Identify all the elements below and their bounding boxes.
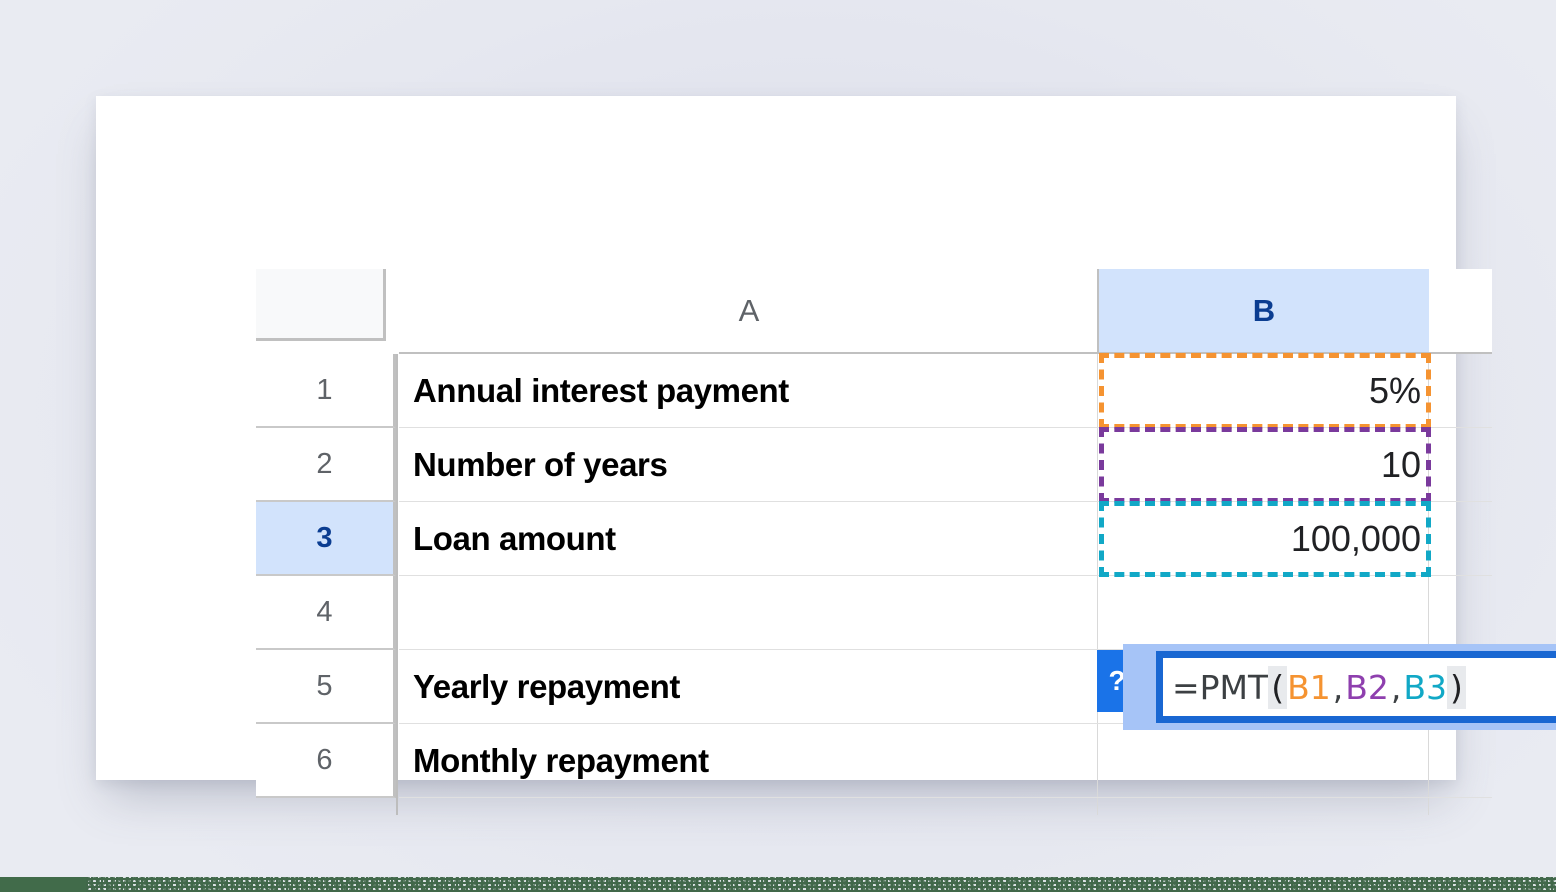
cell-a4[interactable]: [399, 576, 1099, 650]
cell-a6-text: Monthly repayment: [413, 741, 709, 779]
row-header-2-label: 2: [316, 447, 333, 480]
row-header-1[interactable]: 1: [256, 354, 396, 428]
cell-a3[interactable]: Loan amount: [399, 502, 1099, 576]
cell-b1-value: 5%: [1368, 369, 1421, 411]
cell-c2[interactable]: [1429, 428, 1492, 502]
row-header-6[interactable]: 6: [256, 724, 396, 798]
cell-b3[interactable]: 100,000: [1099, 502, 1429, 576]
active-cell-border: =PMT(B1, B2, B3): [1156, 651, 1556, 723]
cell-c3[interactable]: [1429, 502, 1492, 576]
column-header-row: A B: [256, 269, 1492, 354]
cell-a5-text: Yearly repayment: [413, 667, 680, 705]
table-row: 4: [256, 576, 1492, 650]
cell-c6[interactable]: [1429, 724, 1492, 798]
cell-a2-text: Number of years: [413, 445, 668, 483]
row-header-3[interactable]: 3: [256, 502, 396, 576]
row-header-4-label: 4: [316, 595, 333, 628]
cell-c1[interactable]: [1429, 354, 1492, 428]
cell-b1[interactable]: 5%: [1099, 354, 1429, 428]
row-header-5[interactable]: 5: [256, 650, 396, 724]
bottom-strip: [0, 877, 1556, 892]
select-all-corner-cell[interactable]: [256, 269, 386, 341]
row-header-2[interactable]: 2: [256, 428, 396, 502]
formula-comma-2: ,: [1390, 667, 1402, 707]
cell-a3-text: Loan amount: [413, 519, 616, 557]
row-header-3-label: 3: [316, 521, 333, 554]
cell-a1[interactable]: Annual interest payment: [399, 354, 1099, 428]
row-header-1-label: 1: [316, 373, 333, 406]
cell-b6[interactable]: [1099, 724, 1429, 798]
table-row: 3 Loan amount 100,000: [256, 502, 1492, 576]
formula-input[interactable]: =PMT(B1, B2, B3): [1163, 658, 1556, 716]
row-header-6-label: 6: [316, 743, 333, 776]
cell-a2[interactable]: Number of years: [399, 428, 1099, 502]
spreadsheet-grid: A B 1 Annual interest payment 5% 2 Numbe…: [256, 269, 1556, 815]
column-header-a[interactable]: A: [399, 269, 1099, 354]
column-header-b-label: B: [1252, 292, 1276, 328]
table-row: 1 Annual interest payment 5%: [256, 354, 1492, 428]
cell-b3-value: 100,000: [1290, 517, 1421, 559]
cell-a1-text: Annual interest payment: [413, 371, 789, 409]
cell-b2[interactable]: 10: [1099, 428, 1429, 502]
column-header-a-label: A: [738, 292, 760, 328]
formula-arg-b3: B3: [1403, 667, 1447, 707]
bottom-strip-texture: [86, 877, 1556, 892]
spreadsheet-card: A B 1 Annual interest payment 5% 2 Numbe…: [96, 96, 1556, 815]
formula-prefix: =PMT: [1172, 667, 1269, 707]
formula-close-paren: ): [1446, 665, 1466, 709]
active-cell-halo: =PMT(B1, B2, B3): [1123, 644, 1556, 730]
cell-a5[interactable]: Yearly repayment: [399, 650, 1099, 724]
cell-b2-value: 10: [1380, 443, 1421, 485]
formula-comma-1: ,: [1332, 667, 1344, 707]
cell-c4[interactable]: [1429, 576, 1492, 650]
formula-arg-b1: B1: [1287, 667, 1331, 707]
cell-a6[interactable]: Monthly repayment: [399, 724, 1099, 798]
bottom-strip-solid: [0, 877, 86, 892]
row-header-5-label: 5: [316, 669, 333, 702]
row-header-4[interactable]: 4: [256, 576, 396, 650]
formula-open-paren: (: [1268, 665, 1288, 709]
table-row: 6 Monthly repayment: [256, 724, 1492, 798]
cell-b4[interactable]: [1099, 576, 1429, 650]
column-header-b[interactable]: B: [1099, 269, 1429, 354]
formula-arg-b2: B2: [1345, 667, 1389, 707]
formula-editor-overlay: ? =PMT(B1, B2, B3): [1097, 644, 1556, 730]
column-header-c[interactable]: [1429, 269, 1492, 354]
table-row: 2 Number of years 10: [256, 428, 1492, 502]
